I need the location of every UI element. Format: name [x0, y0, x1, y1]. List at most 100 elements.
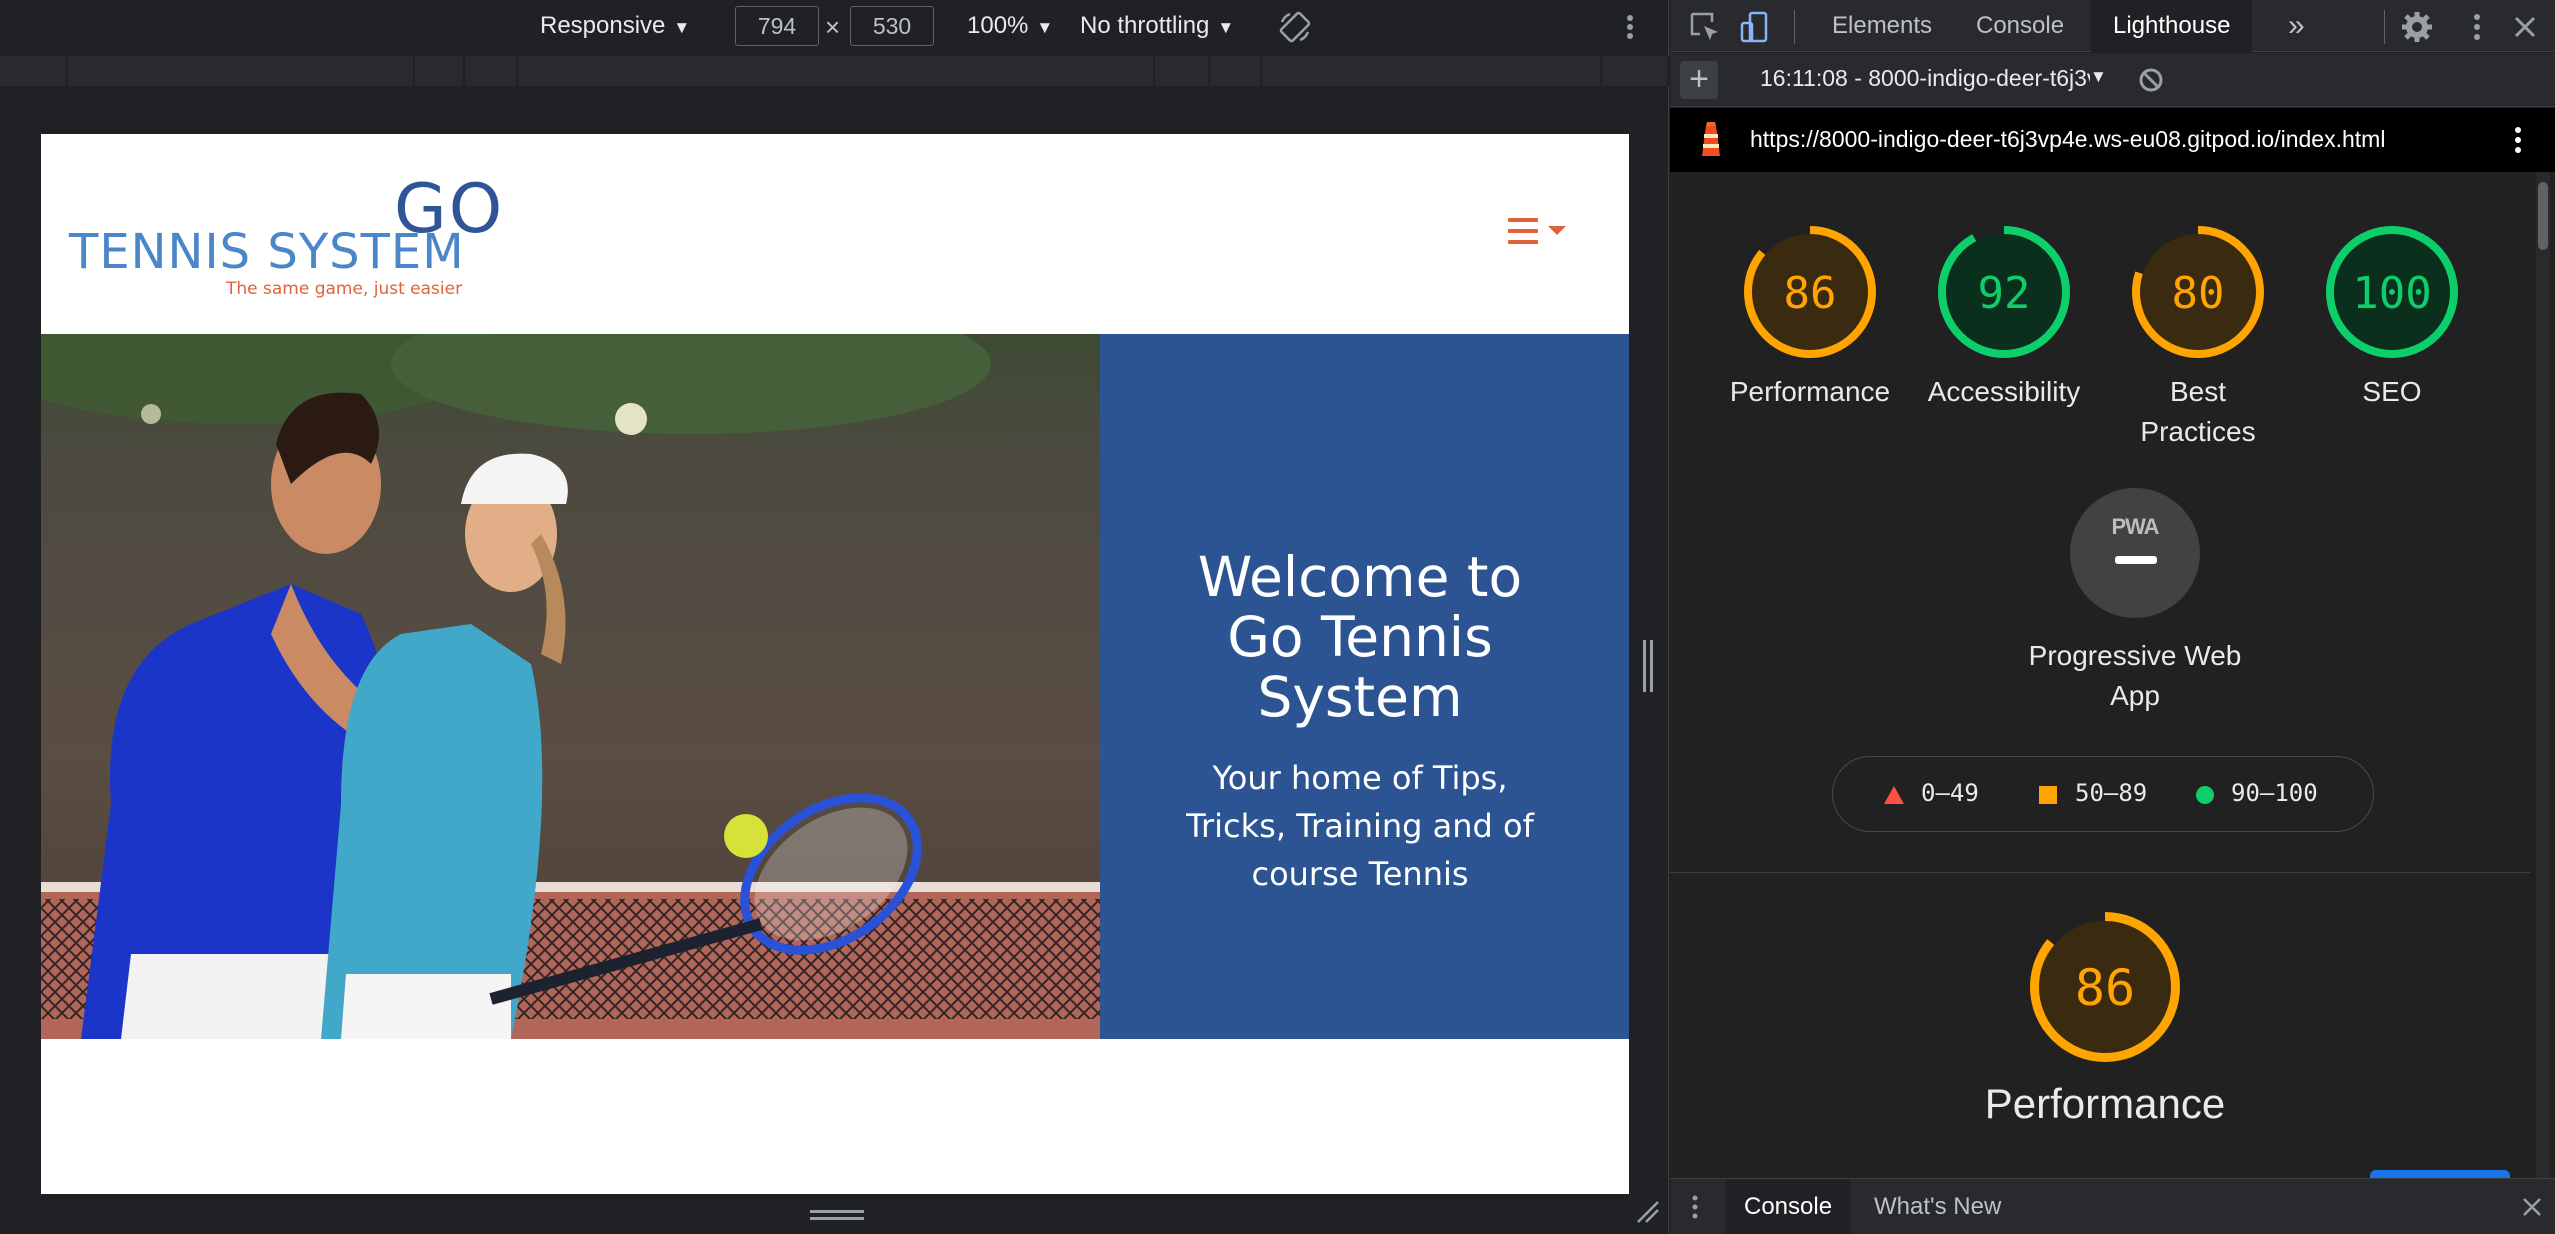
zoom-label: 100%	[967, 12, 1029, 39]
ruler-segment[interactable]	[465, 56, 518, 86]
ruler-segment[interactable]	[68, 56, 415, 86]
rotate-icon[interactable]	[1278, 10, 1312, 44]
report-selector[interactable]: 16:11:08 - 8000-indigo-deer-t6j3vp4e	[1760, 65, 2090, 92]
pwa-label: Progressive Web App	[2028, 640, 2242, 711]
ruler-segment[interactable]	[1262, 56, 1602, 86]
lighthouse-logo-icon	[1702, 122, 1720, 156]
performance-section-gauge: 86	[2030, 912, 2180, 1067]
pwa-badge-icon: PWA	[2070, 488, 2200, 618]
ruler-segment[interactable]	[1602, 56, 1669, 86]
device-toolbar: Responsive ▼ 794 × 530 100% ▼ No throttlin…	[0, 0, 1669, 54]
ruler-segment[interactable]	[518, 56, 1155, 86]
close-drawer-icon[interactable]	[2520, 1195, 2544, 1219]
category-accessibility[interactable]: 92 Accessibility	[1914, 226, 2094, 412]
throttling-label: No throttling	[1080, 12, 1210, 39]
lighthouse-report: 86 Performance 92 Accessibility 80 Best Pract…	[1670, 172, 2555, 1178]
screen: Responsive ▼ 794 × 530 100% ▼ No throttlin…	[0, 0, 2555, 1234]
hero-section: Welcome to Go Tennis System Your home of…	[41, 334, 1629, 1039]
resize-handle-right[interactable]	[1642, 640, 1654, 692]
device-toolbar-icon[interactable]	[1738, 10, 1772, 44]
chevron-down-icon[interactable]: ▼	[2090, 67, 2107, 87]
zoom-selector[interactable]: 100% ▼	[967, 12, 1053, 40]
pass-circle-icon	[2196, 786, 2214, 804]
chevron-down-icon: ▼	[1217, 18, 1235, 37]
device-emulation-pane: Responsive ▼ 794 × 530 100% ▼ No throttlin…	[0, 0, 1669, 1234]
more-options-icon[interactable]	[2460, 10, 2494, 44]
pwa-badge-dash	[2115, 556, 2157, 564]
gauge-score-text: 100	[2352, 268, 2431, 319]
pwa-category[interactable]: PWA Progressive Web App	[2010, 488, 2260, 716]
logo-tagline: The same game, just easier	[226, 279, 463, 299]
lighthouse-toolbar: + 16:11:08 - 8000-indigo-deer-t6j3vp4e ▼	[1670, 53, 2555, 107]
ruler-segment[interactable]	[1210, 56, 1262, 86]
category-label: Best Practices	[2140, 376, 2256, 447]
ruler-segment[interactable]	[1155, 56, 1210, 86]
ruler-segment[interactable]	[415, 56, 465, 86]
score-gauge: 100	[2326, 226, 2458, 358]
emulated-viewport: GO TENNIS SYSTEM The same game, just eas…	[41, 134, 1629, 1194]
device-selector-label: Responsive	[540, 12, 666, 39]
legend-fail-range: 0–49	[1921, 779, 1979, 807]
logo-name: TENNIS SYSTEM	[69, 224, 465, 280]
section-divider	[1670, 872, 2530, 873]
gauge-score-text: 86	[2075, 959, 2135, 1017]
toggle-peek	[2370, 1170, 2510, 1178]
score-gauge: 92	[1938, 226, 2070, 358]
devtools-tab-bar: Elements Console Lighthouse »	[1670, 0, 2555, 52]
device-selector[interactable]: Responsive ▼	[540, 12, 690, 40]
devtools-panel: Elements Console Lighthouse » + 16:11:08…	[1670, 0, 2555, 1234]
pwa-badge-text: PWA	[2111, 514, 2159, 539]
gauge-score-text: 86	[1784, 268, 1837, 319]
performance-section-title: Performance	[1984, 1080, 2226, 1127]
clear-all-icon[interactable]	[2137, 66, 2165, 94]
new-report-button[interactable]: +	[1680, 61, 1718, 99]
report-url[interactable]: https://8000-indigo-deer-t6j3vp4e.ws-eu0…	[1750, 126, 2385, 153]
tab-lighthouse[interactable]: Lighthouse	[2091, 0, 2253, 52]
toolbar-divider	[2384, 10, 2385, 44]
media-query-ruler[interactable]	[0, 56, 1669, 86]
drawer-tab-console[interactable]: Console	[1726, 1179, 1851, 1234]
tennis-players-photo	[41, 334, 1100, 1039]
drawer-menu-icon[interactable]	[1690, 1193, 1700, 1221]
drawer-tab-bar: Console What's New	[1670, 1178, 2555, 1234]
category-performance[interactable]: 86 Performance	[1720, 226, 1900, 412]
more-tabs-icon[interactable]: »	[2266, 0, 2327, 52]
fail-triangle-icon	[1884, 786, 1904, 804]
gauge-score-text: 92	[1978, 268, 2031, 319]
gauge-score-text: 80	[2172, 268, 2225, 319]
height-input[interactable]: 530	[850, 6, 934, 46]
report-scrollbar[interactable]	[2536, 172, 2550, 1178]
close-icon[interactable]	[2508, 10, 2542, 44]
tab-elements[interactable]: Elements	[1810, 0, 1954, 52]
score-legend: 0–49 50–89 90–100	[1832, 756, 2374, 832]
score-gauge: 86	[1744, 226, 1876, 358]
hero-text-panel: Welcome to Go Tennis System Your home of…	[1100, 334, 1629, 1039]
site-header: GO TENNIS SYSTEM The same game, just eas…	[41, 134, 1629, 334]
drawer-tab-whats-new[interactable]: What's New	[1856, 1179, 2019, 1234]
chevron-down-icon: ▼	[1036, 18, 1054, 37]
scrollbar-thumb[interactable]	[2538, 182, 2548, 250]
more-options-icon[interactable]	[1620, 10, 1640, 44]
settings-gear-icon[interactable]	[2400, 10, 2434, 44]
site-logo[interactable]: GO TENNIS SYSTEM The same game, just eas…	[69, 168, 502, 299]
average-square-icon	[2039, 786, 2057, 804]
legend-pass-range: 90–100	[2231, 779, 2318, 807]
report-url-bar: https://8000-indigo-deer-t6j3vp4e.ws-eu0…	[1670, 108, 2555, 172]
toolbar-divider	[1794, 10, 1795, 44]
category-best-practices[interactable]: 80 Best Practices	[2108, 226, 2288, 452]
throttling-selector[interactable]: No throttling ▼	[1080, 12, 1234, 40]
resize-handle-bottom[interactable]	[810, 1208, 864, 1222]
report-more-options-icon[interactable]	[2508, 122, 2528, 158]
score-gauge: 80	[2132, 226, 2264, 358]
hamburger-menu-icon[interactable]	[1508, 216, 1574, 246]
category-seo[interactable]: 100 SEO	[2302, 226, 2482, 412]
tab-console[interactable]: Console	[1954, 0, 2086, 52]
hero-subtitle: Your home of Tips, Tricks, Training and …	[1186, 759, 1534, 893]
times-icon: ×	[825, 12, 841, 42]
inspect-element-icon[interactable]	[1688, 10, 1722, 44]
category-label: SEO	[2362, 376, 2422, 407]
width-input[interactable]: 794	[735, 6, 819, 46]
resize-handle-corner[interactable]	[1636, 1200, 1660, 1224]
category-label: Performance	[1729, 376, 1891, 407]
ruler-segment[interactable]	[0, 56, 68, 86]
